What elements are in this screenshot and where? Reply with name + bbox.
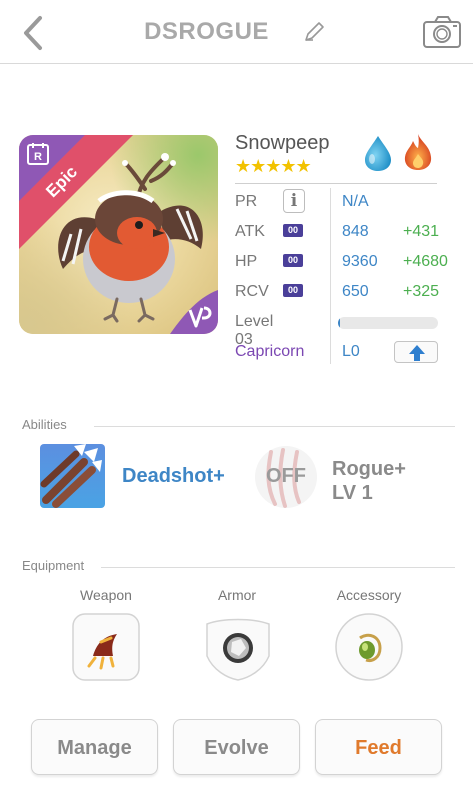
feed-button[interactable]: Feed: [315, 719, 442, 775]
plus-badge: 00: [283, 224, 303, 237]
ability-level-line: LV 1: [332, 482, 373, 504]
stat-value: 9360: [342, 253, 378, 270]
equipment-divider: [101, 567, 455, 568]
armor-slot[interactable]: [203, 612, 273, 682]
star-rating: ★★★★★: [235, 156, 312, 176]
level-progress-fill: [338, 317, 340, 329]
info-divider: [235, 183, 437, 184]
page-title: DSROGUE: [144, 18, 269, 45]
arrow-up-icon: [409, 345, 425, 361]
manage-button[interactable]: Manage: [31, 719, 158, 775]
stat-bonus: +325: [403, 283, 440, 300]
abilities-divider: [94, 426, 455, 427]
ability-status-off: OFF: [266, 465, 306, 487]
camera-icon[interactable]: [422, 15, 462, 49]
header-bar: DSROGUE: [0, 0, 473, 64]
level-progress-bar: [338, 317, 438, 329]
weapon-slot[interactable]: [71, 612, 141, 682]
stat-label: ATK: [235, 223, 265, 240]
evolve-button[interactable]: Evolve: [173, 719, 300, 775]
plus-badge: 00: [283, 284, 303, 297]
ability-name-rogue[interactable]: Rogue+ LV 1: [332, 457, 406, 505]
upgrade-sign-button[interactable]: [394, 341, 438, 363]
crystal-armor-icon: [223, 633, 253, 663]
rarity-badge-letter: R: [34, 151, 42, 163]
sign-label: Capricorn: [235, 343, 305, 360]
vp-logo-icon: [170, 290, 218, 334]
stat-bonus: +4680: [403, 253, 448, 270]
arrows-artwork: [40, 444, 102, 508]
monster-name: Snowpeep: [235, 132, 330, 154]
pencil-icon[interactable]: [302, 20, 326, 44]
stat-label: PR: [235, 193, 258, 210]
stat-bonus: +431: [403, 223, 440, 240]
water-element-icon: [365, 136, 391, 171]
equipment-label-weapon: Weapon: [80, 587, 132, 603]
stat-value: 848: [342, 223, 369, 240]
ability-name-deadshot[interactable]: Deadshot+: [122, 465, 225, 488]
abilities-section-title: Abilities: [22, 417, 67, 432]
fire-element-icon: [404, 134, 432, 170]
info-button[interactable]: i: [283, 189, 305, 213]
sign-level: L0: [342, 343, 360, 360]
stat-label: RCV: [235, 283, 269, 300]
stat-value: 650: [342, 283, 369, 300]
monster-card[interactable]: Epic R: [19, 135, 218, 334]
stat-label: HP: [235, 253, 258, 270]
accessory-slot[interactable]: [334, 612, 404, 682]
rarity-badge-icon: R: [27, 143, 49, 165]
stat-value: N/A: [342, 193, 369, 210]
stats-column-divider: [330, 188, 331, 364]
equipment-label-armor: Armor: [217, 587, 257, 603]
equipment-section-title: Equipment: [22, 558, 85, 573]
equipment-label-accessory: Accessory: [336, 587, 402, 603]
plus-badge: 00: [283, 254, 303, 267]
arrows-icon[interactable]: [40, 444, 105, 508]
ability-name-line: Rogue+: [332, 458, 406, 480]
